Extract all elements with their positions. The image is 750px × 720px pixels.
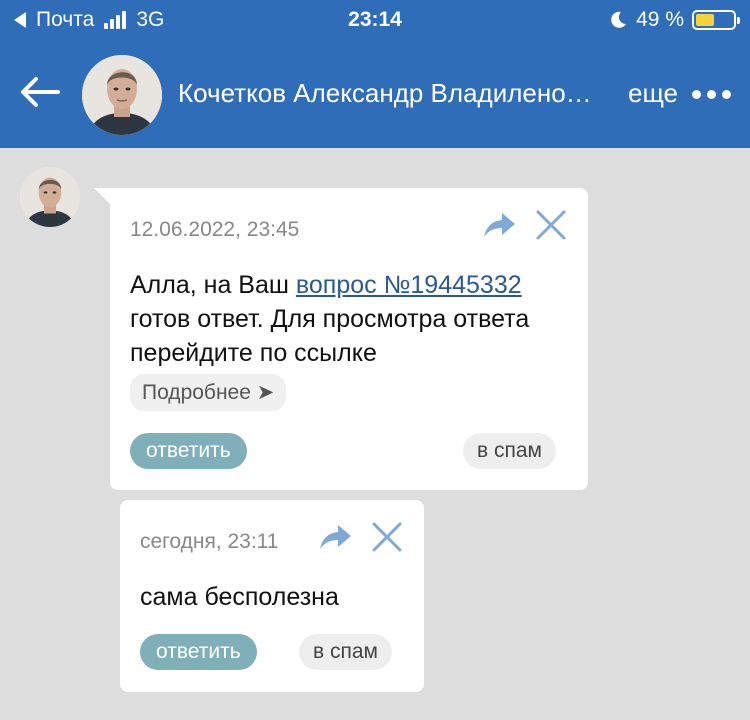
more-dots-icon[interactable] <box>692 90 731 99</box>
message-time: 12.06.2022, 23:45 <box>130 218 300 241</box>
reply-button[interactable]: ответить <box>140 634 257 670</box>
forward-icon[interactable] <box>318 522 354 552</box>
close-icon[interactable] <box>534 208 568 242</box>
close-icon[interactable] <box>370 520 404 554</box>
contact-avatar[interactable] <box>82 55 162 135</box>
battery-percent: 49 % <box>636 8 684 31</box>
moon-icon <box>611 11 627 28</box>
sender-avatar[interactable] <box>20 167 80 227</box>
details-button[interactable]: Подробнее ➤ <box>130 374 287 411</box>
more-label[interactable]: еще <box>628 78 678 109</box>
chat-header: Кочетков Александр Владилено… еще <box>0 40 750 148</box>
message-text: сама бесполезна <box>140 583 339 611</box>
spam-button[interactable]: в спам <box>463 433 556 469</box>
status-right: 49 % <box>608 8 740 32</box>
message-text-start: Алла, на Ваш <box>130 271 296 299</box>
battery-icon <box>692 10 740 30</box>
contact-name[interactable]: Кочетков Александр Владилено… <box>178 78 592 109</box>
message-text-end: готов ответ. Для просмотра ответа перейд… <box>130 305 530 367</box>
question-link[interactable]: вопрос №19445332 <box>296 271 522 299</box>
reply-button[interactable]: ответить <box>130 433 247 469</box>
message-text: Алла, на Ваш вопрос №19445332 готов отве… <box>130 268 580 370</box>
message-time: сегодня, 23:11 <box>140 530 279 553</box>
forward-icon[interactable] <box>482 210 518 240</box>
spam-button[interactable]: в спам <box>299 634 392 670</box>
battery-fill <box>696 14 714 26</box>
status-bar: Почта 3G 23:14 49 % <box>0 0 750 40</box>
message-bubble: 12.06.2022, 23:45 Алла, на Ваш вопрос №1… <box>110 188 588 490</box>
message-bubble: сегодня, 23:11 сама бесполезна ответить … <box>120 500 424 692</box>
back-arrow-icon[interactable] <box>18 70 62 114</box>
